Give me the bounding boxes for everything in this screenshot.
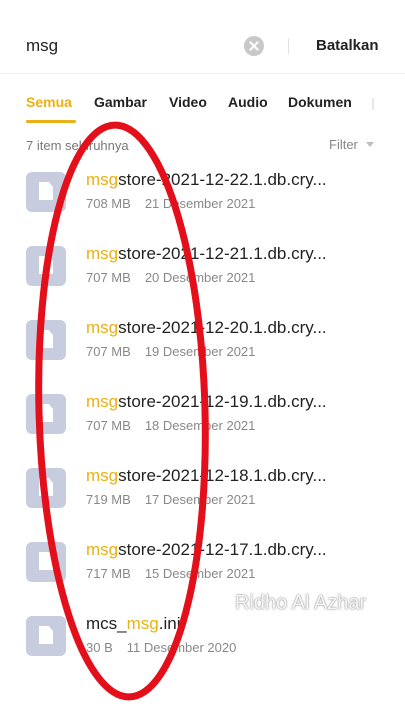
- file-size: 707 MB: [86, 344, 131, 359]
- file-date: 17 Desember 2021: [144, 492, 256, 507]
- file-name: msgstore-2021-12-21.1.db.cry...: [86, 244, 327, 263]
- watermark-text: Ridho Al Azhar: [235, 592, 367, 614]
- filter-label: Filter: [329, 137, 358, 152]
- file-size: 707 MB: [86, 270, 131, 285]
- file-meta: 708 MB 21 Desember 2021: [86, 196, 255, 211]
- caret-down-icon: [365, 142, 374, 147]
- document-file-icon: [26, 320, 66, 360]
- tab-semua[interactable]: Semua: [26, 94, 72, 110]
- file-name: msgstore-2021-12-22.1.db.cry...: [86, 170, 327, 189]
- file-list-item[interactable]: msgstore-2021-12-17.1.db.cry... 717 MB 15…: [0, 530, 405, 590]
- file-list-item[interactable]: msgstore-2021-12-21.1.db.cry... 707 MB 20…: [0, 234, 405, 294]
- filter-button[interactable]: Filter: [329, 137, 374, 152]
- tab-audio[interactable]: Audio: [228, 94, 268, 110]
- file-size: 717 MB: [86, 566, 131, 581]
- search-input[interactable]: msg: [26, 36, 58, 56]
- cancel-button[interactable]: Batalkan: [316, 37, 379, 54]
- file-date: 11 Desember 2020: [126, 640, 237, 655]
- file-meta: 707 MB 19 Desember 2021: [86, 344, 255, 359]
- file-name: msgstore-2021-12-17.1.db.cry...: [86, 540, 327, 559]
- search-bar: msg Batalkan: [0, 0, 405, 74]
- file-name: msgstore-2021-12-18.1.db.cry...: [86, 466, 327, 485]
- category-tabs: Semua Gambar Video Audio Dokumen: [0, 84, 405, 124]
- file-date: 18 Desember 2021: [144, 418, 256, 433]
- tab-dokumen[interactable]: Dokumen: [288, 94, 352, 110]
- file-date: 15 Desember 2021: [144, 566, 256, 581]
- tab-gambar[interactable]: Gambar: [94, 94, 147, 110]
- file-list-item[interactable]: msgstore-2021-12-18.1.db.cry... 719 MB 17…: [0, 456, 405, 516]
- file-size: 708 MB: [86, 196, 131, 211]
- file-meta: 717 MB 15 Desember 2021: [86, 566, 255, 581]
- file-name: msgstore-2021-12-19.1.db.cry...: [86, 392, 327, 411]
- document-file-icon: [26, 616, 66, 656]
- file-size: 30 B: [86, 640, 113, 655]
- document-file-icon: [26, 542, 66, 582]
- file-list-item[interactable]: msgstore-2021-12-22.1.db.cry... 708 MB 21…: [0, 160, 405, 220]
- tab-video[interactable]: Video: [169, 94, 207, 110]
- file-meta: 707 MB 18 Desember 2021: [86, 418, 255, 433]
- document-file-icon: [26, 246, 66, 286]
- file-date: 19 Desember 2021: [144, 344, 256, 359]
- clear-circle-icon[interactable]: [244, 36, 264, 56]
- active-tab-indicator: [26, 120, 76, 123]
- file-size: 719 MB: [86, 492, 131, 507]
- results-count: 7 item seluruhnya: [26, 138, 129, 153]
- file-date: 20 Desember 2021: [144, 270, 256, 285]
- file-meta: 707 MB 20 Desember 2021: [86, 270, 255, 285]
- tab-overflow-hint: [372, 98, 374, 110]
- results-header: 7 item seluruhnya Filter: [0, 136, 405, 156]
- file-meta: 719 MB 17 Desember 2021: [86, 492, 255, 507]
- document-file-icon: [26, 468, 66, 508]
- file-name: mcs_msg.ini: [86, 614, 181, 633]
- file-list-item[interactable]: msgstore-2021-12-19.1.db.cry... 707 MB 18…: [0, 382, 405, 442]
- file-date: 21 Desember 2021: [144, 196, 256, 211]
- file-list-item[interactable]: msgstore-2021-12-20.1.db.cry... 707 MB 19…: [0, 308, 405, 368]
- document-file-icon: [26, 394, 66, 434]
- file-name: msgstore-2021-12-20.1.db.cry...: [86, 318, 327, 337]
- file-size: 707 MB: [86, 418, 131, 433]
- file-meta: 30 B 11 Desember 2020: [86, 640, 236, 655]
- divider: [288, 38, 289, 54]
- document-file-icon: [26, 172, 66, 212]
